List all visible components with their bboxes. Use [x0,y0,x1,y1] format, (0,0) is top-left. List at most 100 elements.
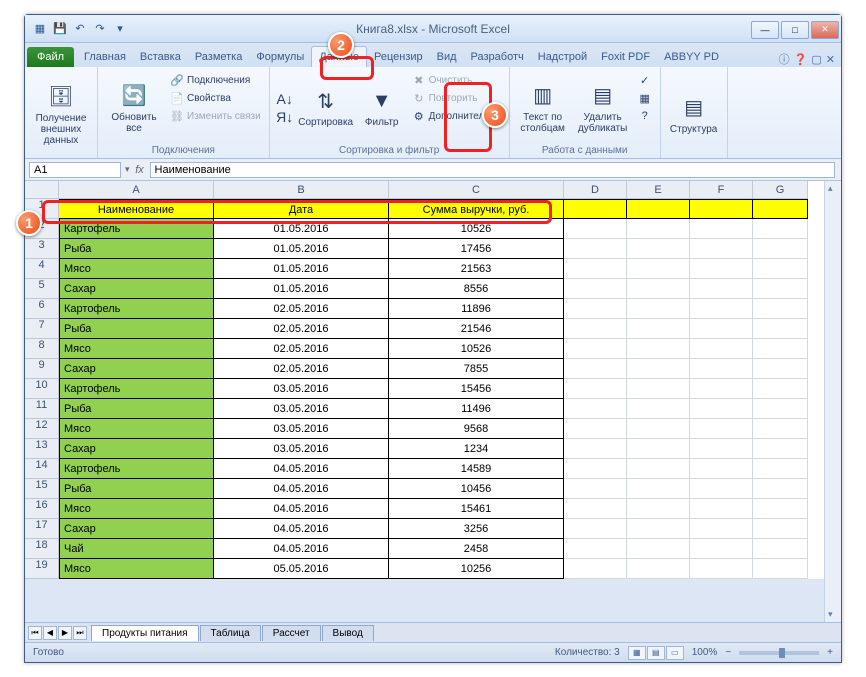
empty-cell[interactable] [753,219,808,239]
row-header[interactable]: 11 [25,399,59,419]
tab-formulas[interactable]: Формулы [249,47,311,67]
empty-cell[interactable] [690,419,753,439]
empty-cell[interactable] [627,459,690,479]
empty-cell[interactable] [690,539,753,559]
row-header[interactable]: 12 [25,419,59,439]
data-cell[interactable]: 10526 [389,339,564,359]
col-header[interactable]: G [753,181,808,199]
empty-cell[interactable] [627,319,690,339]
tab-review[interactable]: Рецензир [367,47,430,67]
data-cell[interactable]: Чай [59,539,214,559]
empty-cell[interactable] [753,419,808,439]
data-cell[interactable]: 04.05.2016 [214,519,389,539]
empty-cell[interactable] [690,459,753,479]
empty-cell[interactable] [753,299,808,319]
sheet-tab[interactable]: Вывод [322,625,374,641]
window-restore-icon[interactable]: ▢ [811,53,821,66]
empty-cell[interactable] [690,239,753,259]
worksheet[interactable]: A B C D E F G 1НаименованиеДатаСумма выр… [25,181,841,579]
row-header[interactable]: 6 [25,299,59,319]
minimize-ribbon-icon[interactable]: ⓘ [779,51,790,67]
tab-foxit[interactable]: Foxit PDF [594,47,657,67]
col-header[interactable]: F [690,181,753,199]
empty-cell[interactable] [690,559,753,579]
whatif-button[interactable]: ? [636,108,654,124]
data-cell[interactable]: 04.05.2016 [214,459,389,479]
empty-cell[interactable] [564,439,627,459]
header-cell[interactable]: Дата [214,199,389,219]
data-cell[interactable]: Картофель [59,219,214,239]
data-cell[interactable]: 01.05.2016 [214,279,389,299]
name-box[interactable]: A1 [29,162,121,178]
vertical-scrollbar[interactable] [824,181,841,622]
tab-developer[interactable]: Разработч [464,47,531,67]
sort-button[interactable]: ⇅ Сортировка [298,70,354,143]
empty-cell[interactable] [627,199,690,219]
data-cell[interactable]: 02.05.2016 [214,299,389,319]
tab-insert[interactable]: Вставка [133,47,188,67]
header-cell[interactable]: Сумма выручки, руб. [389,199,564,219]
tab-layout[interactable]: Разметка [188,47,250,67]
sort-za-button[interactable]: Я↓ [276,109,294,125]
row-header[interactable]: 14 [25,459,59,479]
empty-cell[interactable] [690,399,753,419]
empty-cell[interactable] [627,239,690,259]
data-cell[interactable]: 02.05.2016 [214,339,389,359]
empty-cell[interactable] [753,279,808,299]
data-cell[interactable]: 04.05.2016 [214,499,389,519]
zoom-out-icon[interactable]: − [725,647,731,658]
empty-cell[interactable] [564,319,627,339]
row-header[interactable]: 9 [25,359,59,379]
text-to-columns-button[interactable]: ▥ Текст по столбцам [516,70,570,143]
empty-cell[interactable] [564,219,627,239]
empty-cell[interactable] [690,339,753,359]
data-cell[interactable]: 10456 [389,479,564,499]
data-cell[interactable]: 02.05.2016 [214,319,389,339]
tab-next-icon[interactable]: ▶ [58,626,72,640]
data-cell[interactable]: 03.05.2016 [214,379,389,399]
empty-cell[interactable] [564,459,627,479]
empty-cell[interactable] [690,439,753,459]
redo-icon[interactable]: ↷ [91,20,109,38]
empty-cell[interactable] [627,499,690,519]
empty-cell[interactable] [753,259,808,279]
data-cell[interactable]: 11896 [389,299,564,319]
empty-cell[interactable] [564,479,627,499]
empty-cell[interactable] [627,519,690,539]
empty-cell[interactable] [753,319,808,339]
connections-button[interactable]: 🔗Подключения [168,72,263,88]
empty-cell[interactable] [753,519,808,539]
empty-cell[interactable] [690,219,753,239]
sheet-tab[interactable]: Рассчет [262,625,321,641]
empty-cell[interactable] [627,539,690,559]
data-cell[interactable]: 05.05.2016 [214,559,389,579]
empty-cell[interactable] [753,479,808,499]
empty-cell[interactable] [627,439,690,459]
data-cell[interactable]: Картофель [59,379,214,399]
data-cell[interactable]: 21563 [389,259,564,279]
data-cell[interactable]: 7855 [389,359,564,379]
pagebreak-view-icon[interactable]: ▭ [666,646,684,660]
data-cell[interactable]: Картофель [59,299,214,319]
row-header[interactable]: 17 [25,519,59,539]
row-header[interactable]: 19 [25,559,59,579]
data-cell[interactable]: 1234 [389,439,564,459]
data-cell[interactable]: 10526 [389,219,564,239]
validation-button[interactable]: ✓ [636,72,654,88]
row-header[interactable]: 7 [25,319,59,339]
empty-cell[interactable] [753,559,808,579]
empty-cell[interactable] [564,359,627,379]
empty-cell[interactable] [753,239,808,259]
data-cell[interactable]: 15456 [389,379,564,399]
tab-home[interactable]: Главная [77,47,133,67]
data-cell[interactable]: 02.05.2016 [214,359,389,379]
empty-cell[interactable] [564,199,627,219]
empty-cell[interactable] [690,259,753,279]
col-header[interactable]: D [564,181,627,199]
empty-cell[interactable] [627,299,690,319]
data-cell[interactable]: 8556 [389,279,564,299]
normal-view-icon[interactable]: ▦ [628,646,646,660]
empty-cell[interactable] [627,259,690,279]
data-cell[interactable]: 01.05.2016 [214,219,389,239]
col-header[interactable]: B [214,181,389,199]
